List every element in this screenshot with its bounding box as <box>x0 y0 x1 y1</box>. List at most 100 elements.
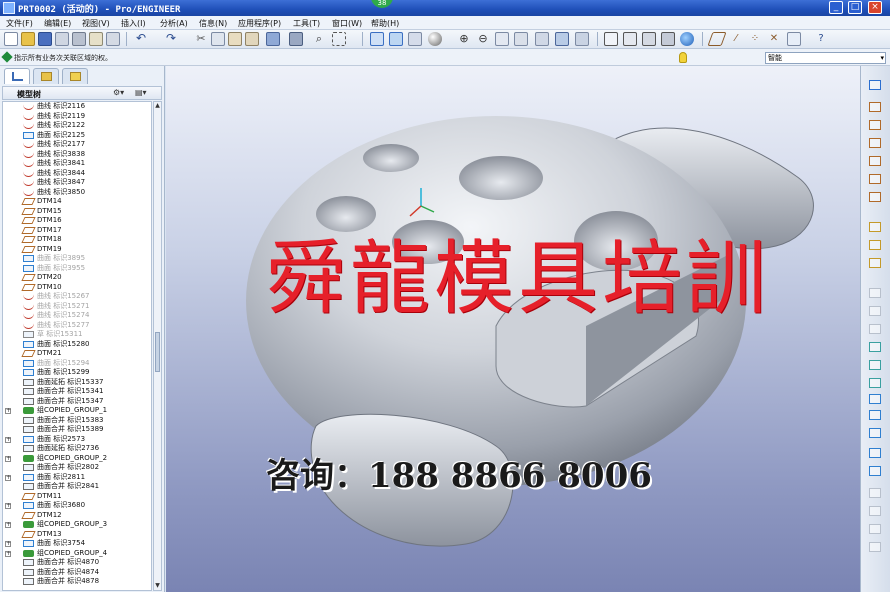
analysis-tool-icon[interactable] <box>867 190 883 204</box>
tree-item[interactable]: DTM18 <box>3 235 151 245</box>
zoom-in-icon[interactable]: ⊕ <box>457 32 471 46</box>
tree-item[interactable]: 草 标识15311 <box>3 330 151 340</box>
tab-folder-browser[interactable] <box>33 68 59 84</box>
datum-point-icon[interactable] <box>867 154 883 168</box>
hidden-line-icon[interactable] <box>623 32 637 46</box>
datum-planes-icon[interactable] <box>707 32 727 46</box>
tree-item[interactable]: + 曲面 标识3680 <box>3 501 151 511</box>
tree-item[interactable]: DTM21 <box>3 349 151 359</box>
minimize-button[interactable]: _ <box>829 1 843 14</box>
shading-icon[interactable] <box>661 32 675 46</box>
tab-model-tree[interactable] <box>4 68 30 84</box>
no-hidden-icon[interactable] <box>642 32 656 46</box>
tree-item[interactable]: 曲面 标识2125 <box>3 131 151 141</box>
maximize-button[interactable]: □ <box>848 1 862 14</box>
redo-icon[interactable]: ↷ <box>164 32 178 46</box>
datum-line-icon[interactable] <box>867 118 883 132</box>
tree-item[interactable]: DTM17 <box>3 226 151 236</box>
show-menu-icon[interactable]: ▤▾ <box>135 88 151 99</box>
layers-icon[interactable] <box>555 32 569 46</box>
annotations-icon[interactable] <box>787 32 801 46</box>
graphics-viewport[interactable]: 舜龍模具培訓 咨询：188 8866 8006 <box>166 66 860 592</box>
tree-item[interactable]: 曲线 标识3850 <box>3 188 151 198</box>
tree-item[interactable]: DTM13 <box>3 530 151 540</box>
disabled-tool-icon[interactable] <box>867 286 883 300</box>
reorient-icon[interactable] <box>514 32 528 46</box>
chamfer-icon[interactable] <box>867 358 883 372</box>
cut-icon[interactable]: ✂ <box>194 32 208 46</box>
tree-item[interactable]: 曲线 标识2116 <box>3 102 151 112</box>
menu-window[interactable]: 窗口(W) <box>332 18 362 29</box>
close-button[interactable]: × <box>868 1 882 14</box>
menu-applications[interactable]: 应用程序(P) <box>238 18 281 29</box>
disabled-tool-icon[interactable] <box>867 486 883 500</box>
hole-icon[interactable] <box>867 426 883 440</box>
settings-icon[interactable]: ⚙▾ <box>113 88 129 99</box>
shell-icon[interactable] <box>867 392 883 406</box>
draft-icon[interactable] <box>867 376 883 390</box>
tree-item[interactable]: DTM19 <box>3 245 151 255</box>
menu-insert[interactable]: 插入(I) <box>121 18 146 29</box>
revolve-icon[interactable] <box>867 256 883 270</box>
orient-mode-icon[interactable] <box>408 32 422 46</box>
zoom-out-icon[interactable]: ⊖ <box>476 32 490 46</box>
tree-item[interactable]: DTM12 <box>3 511 151 521</box>
disabled-tool-icon[interactable] <box>867 304 883 318</box>
axis-tool-icon[interactable] <box>867 100 883 114</box>
regenerate-icon[interactable] <box>266 32 280 46</box>
tree-item[interactable]: 曲面合并 标识4870 <box>3 558 151 568</box>
datum-axes-icon[interactable]: ⁄ <box>729 32 743 46</box>
rib-icon[interactable] <box>867 408 883 422</box>
tree-item[interactable]: 曲线 标识3847 <box>3 178 151 188</box>
new-file-icon[interactable] <box>4 32 18 46</box>
saved-views-icon[interactable] <box>535 32 549 46</box>
tree-item[interactable]: 曲面合并 标识15347 <box>3 397 151 407</box>
tree-item[interactable]: 曲线 标识3841 <box>3 159 151 169</box>
expand-icon[interactable]: + <box>5 436 11 443</box>
tree-item[interactable]: + 组COPIED_GROUP_4 <box>3 549 151 559</box>
curve-tool-icon[interactable] <box>867 136 883 150</box>
tree-item[interactable]: 曲线 标识15277 <box>3 321 151 331</box>
tree-item[interactable]: 曲面合并 标识15383 <box>3 416 151 426</box>
select-box-icon[interactable] <box>332 32 346 46</box>
email-icon[interactable] <box>89 32 103 46</box>
tree-item[interactable]: 曲面合并 标识2802 <box>3 463 151 473</box>
menu-help[interactable]: 帮助(H) <box>371 18 399 29</box>
tree-item[interactable]: 曲线 标识3838 <box>3 150 151 160</box>
manager-icon[interactable] <box>289 32 303 46</box>
menu-edit[interactable]: 编辑(E) <box>44 18 71 29</box>
menu-view[interactable]: 视图(V) <box>82 18 110 29</box>
tree-item[interactable]: + 曲面 标识3754 <box>3 539 151 549</box>
view-manager-icon[interactable] <box>575 32 589 46</box>
paste-icon[interactable] <box>228 32 242 46</box>
sketcher-icon[interactable] <box>867 220 883 234</box>
tree-item[interactable]: + 组COPIED_GROUP_3 <box>3 520 151 530</box>
context-help-icon[interactable]: ? <box>814 32 828 46</box>
tree-item[interactable]: 曲面延拓 标识2736 <box>3 444 151 454</box>
tree-item[interactable]: + 曲面 标识2811 <box>3 473 151 483</box>
send-icon[interactable] <box>106 32 120 46</box>
tree-item[interactable]: 曲面合并 标识4874 <box>3 568 151 578</box>
tree-scrollbar[interactable]: ▲ ▼ <box>153 101 162 591</box>
tree-item[interactable]: 曲线 标识3844 <box>3 169 151 179</box>
refit-icon[interactable] <box>495 32 509 46</box>
tree-item[interactable]: 曲线 标识2122 <box>3 121 151 131</box>
expand-icon[interactable]: + <box>5 550 11 557</box>
tree-item[interactable]: 曲面延拓 标识15337 <box>3 378 151 388</box>
datum-points-icon[interactable]: ⁘ <box>748 32 762 46</box>
tree-item[interactable]: + 曲面 标识2573 <box>3 435 151 445</box>
tree-item[interactable]: 曲线 标识2119 <box>3 112 151 122</box>
merge-icon[interactable] <box>867 446 883 460</box>
scroll-thumb[interactable] <box>155 332 160 372</box>
repaint-icon[interactable] <box>370 32 384 46</box>
undo-icon[interactable]: ↶ <box>134 32 148 46</box>
expand-icon[interactable]: + <box>5 503 11 509</box>
print-icon[interactable] <box>72 32 86 46</box>
enhanced-realism-icon[interactable] <box>680 32 694 46</box>
copy-icon[interactable] <box>211 32 225 46</box>
tree-item[interactable]: DTM11 <box>3 492 151 502</box>
scroll-down-icon[interactable]: ▼ <box>154 582 161 590</box>
tree-item[interactable]: DTM14 <box>3 197 151 207</box>
tree-item[interactable]: 曲线 标识15267 <box>3 292 151 302</box>
tree-item[interactable]: DTM15 <box>3 207 151 217</box>
